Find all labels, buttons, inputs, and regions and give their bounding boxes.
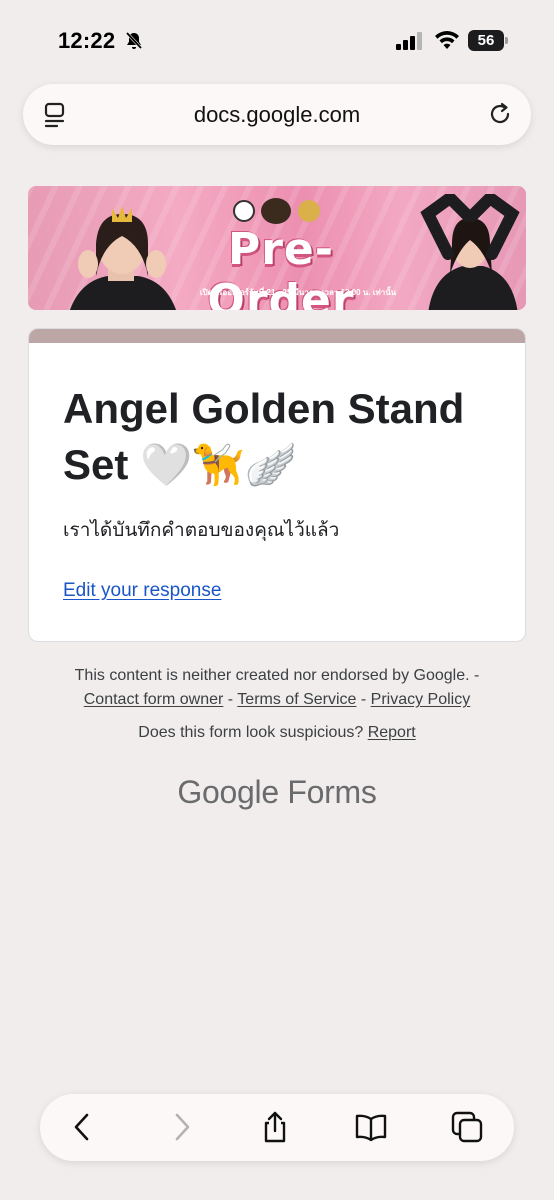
report-link[interactable]: Report: [368, 724, 416, 741]
form-title-emoji: 🤍🦮🪽: [140, 441, 297, 488]
banner-person-right-image: [420, 194, 520, 310]
bookmarks-icon[interactable]: [354, 1110, 388, 1144]
form-title: Angel Golden Stand Set 🤍🦮🪽: [63, 381, 503, 493]
banner-subtitle: เปิดพรีออเดอร์วันที่ 21 - 25 มีนาคม เวลา…: [199, 288, 397, 297]
tabs-icon[interactable]: [450, 1110, 484, 1144]
contact-form-owner-link[interactable]: Contact form owner: [84, 691, 224, 708]
disclaimer: This content is neither created nor endo…: [20, 664, 534, 712]
forms-wordmark: Forms: [278, 774, 377, 810]
form-header-banner: Pre-Order เปิดพรีออเดอร์วันที่ 21 - 25 ม…: [28, 186, 526, 310]
reload-icon[interactable]: [487, 101, 513, 127]
report-line: Does this form look suspicious? Report: [20, 724, 534, 742]
browser-toolbar: [40, 1094, 514, 1161]
back-icon[interactable]: [66, 1110, 100, 1144]
report-question: Does this form look suspicious?: [138, 724, 368, 741]
form-confirmation-card: Angel Golden Stand Set 🤍🦮🪽 เราได้บันทึกค…: [28, 328, 526, 642]
separator: -: [356, 691, 371, 708]
forward-icon[interactable]: [164, 1110, 198, 1144]
wifi-icon: [435, 31, 459, 49]
cellular-signal-icon: [396, 32, 422, 50]
google-wordmark: Google: [177, 774, 279, 810]
confirmation-message: เราได้บันทึกคำตอบของคุณไว้แล้ว: [63, 519, 340, 541]
battery-icon: 56: [468, 30, 508, 51]
edit-response-link[interactable]: Edit your response: [63, 580, 221, 602]
address-bar[interactable]: docs.google.com: [23, 84, 531, 145]
status-time: 12:22: [58, 28, 116, 53]
logo-badge-3: [298, 200, 320, 222]
google-forms-logo[interactable]: Google Forms: [20, 774, 534, 811]
disclaimer-text: This content is neither created nor endo…: [74, 667, 480, 684]
terms-of-service-link[interactable]: Terms of Service: [237, 691, 356, 708]
status-bar: 12:22 56: [0, 0, 554, 80]
bell-slash-icon: [125, 31, 143, 50]
logo-badge-2: [261, 198, 291, 224]
card-accent-bar: [29, 329, 525, 343]
logo-badge-1: [233, 200, 255, 222]
privacy-policy-link[interactable]: Privacy Policy: [371, 691, 471, 708]
share-icon[interactable]: [258, 1110, 292, 1144]
url-text[interactable]: docs.google.com: [23, 84, 531, 145]
battery-level: 56: [477, 32, 495, 49]
separator: -: [223, 691, 238, 708]
